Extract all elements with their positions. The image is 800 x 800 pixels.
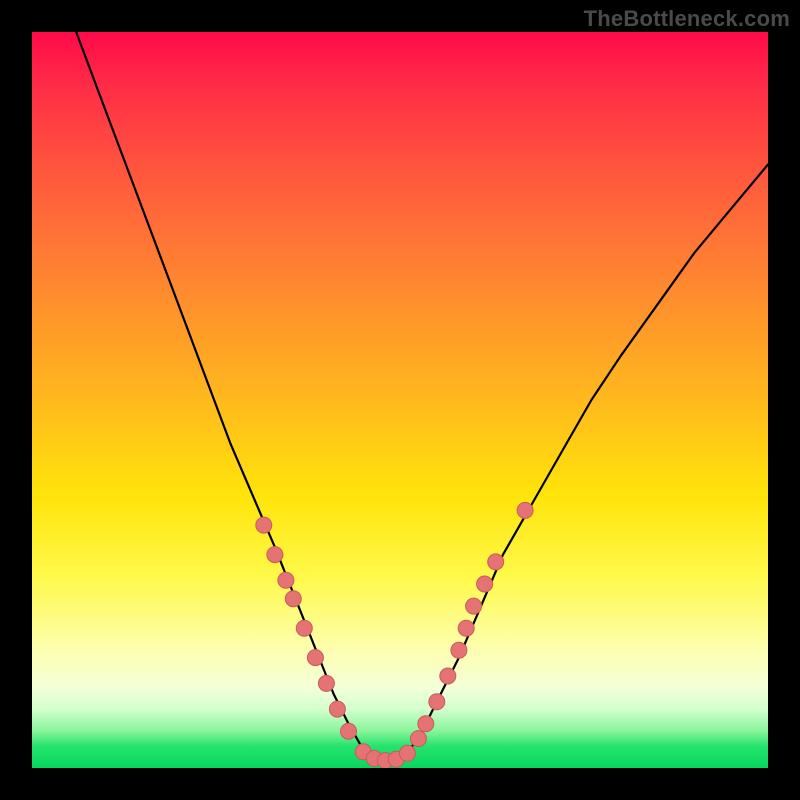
data-point <box>341 723 357 739</box>
data-point <box>440 668 456 684</box>
data-point <box>256 517 272 533</box>
data-point <box>285 591 301 607</box>
data-point <box>399 745 415 761</box>
data-point <box>517 502 533 518</box>
data-point <box>410 731 426 747</box>
plot-svg <box>32 32 768 768</box>
plot-area <box>32 32 768 768</box>
data-point <box>307 650 323 666</box>
data-point <box>418 716 434 732</box>
data-point <box>429 694 445 710</box>
data-point <box>278 572 294 588</box>
data-point <box>488 554 504 570</box>
data-point <box>267 547 283 563</box>
data-point <box>329 701 345 717</box>
data-point <box>451 642 467 658</box>
data-point <box>477 576 493 592</box>
data-point <box>458 620 474 636</box>
bottleneck-curve <box>76 32 768 761</box>
data-point <box>466 598 482 614</box>
data-point <box>296 620 312 636</box>
chart-frame: TheBottleneck.com <box>0 0 800 800</box>
watermark-text: TheBottleneck.com <box>584 6 790 32</box>
data-point <box>318 675 334 691</box>
